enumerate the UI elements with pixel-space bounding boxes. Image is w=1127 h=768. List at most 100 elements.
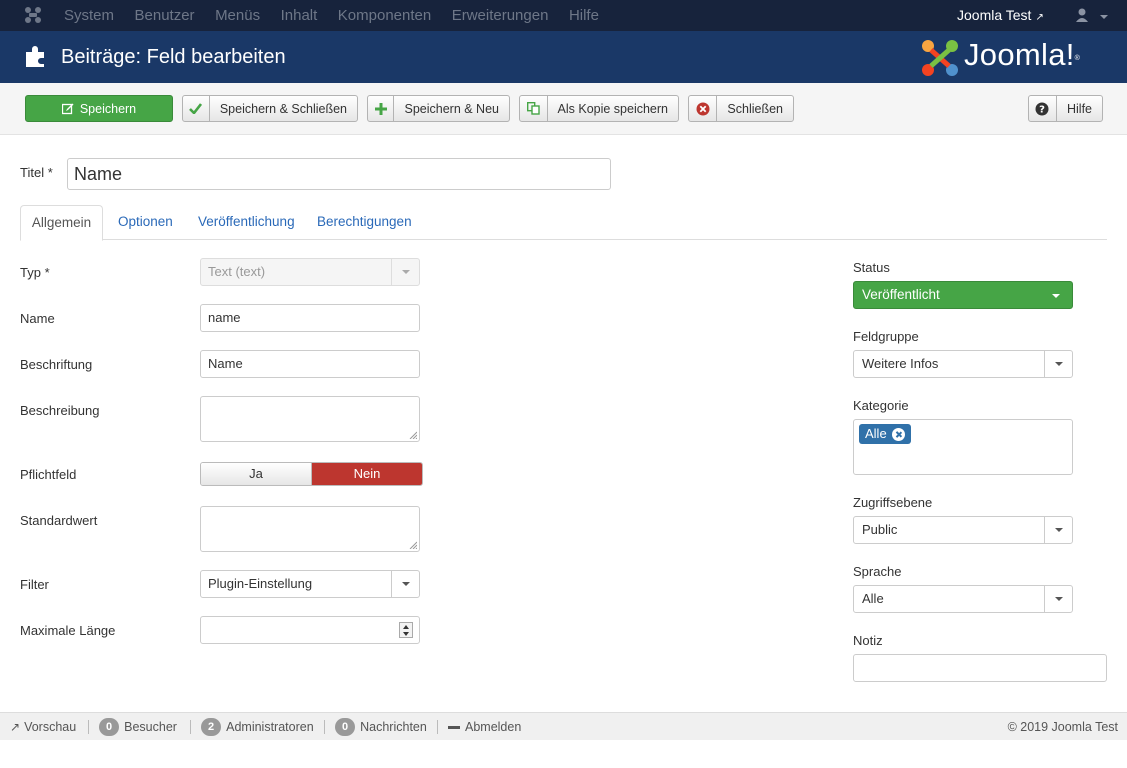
filter-label: Filter <box>20 577 49 592</box>
menu-users[interactable]: Benutzer <box>135 0 195 31</box>
visitors-link[interactable]: 0 Besucher <box>99 713 177 741</box>
save-new-button[interactable]: Speichern & Neu <box>367 95 510 122</box>
language-select[interactable]: Alle <box>853 585 1073 613</box>
check-icon <box>183 96 210 121</box>
maxlength-input[interactable] <box>200 616 420 644</box>
chevron-down-icon <box>391 259 419 285</box>
spin-down-icon <box>403 632 409 636</box>
title-label: Titel * <box>20 165 53 180</box>
type-select: Text (text) <box>200 258 420 286</box>
logout-link[interactable]: Abmelden <box>448 713 521 741</box>
menu-extensions[interactable]: Erweiterungen <box>452 0 549 31</box>
group-value: Weitere Infos <box>862 356 939 371</box>
status-bar: ↗ Vorschau 0 Besucher 2 Administratoren … <box>0 712 1127 740</box>
language-label: Sprache <box>853 564 902 579</box>
status-select[interactable]: Veröffentlicht <box>853 281 1073 309</box>
minus-icon <box>448 725 460 729</box>
close-circle-icon <box>689 96 718 121</box>
visitors-label: Besucher <box>124 720 177 734</box>
preview-label: Vorschau <box>24 720 77 734</box>
tab-publishing[interactable]: Veröffentlichung <box>198 205 295 240</box>
save-copy-button[interactable]: Als Kopie speichern <box>519 95 679 122</box>
divider <box>190 720 191 734</box>
divider <box>324 720 325 734</box>
name-input[interactable]: name <box>200 304 420 332</box>
required-no-button[interactable]: Nein <box>312 463 422 485</box>
default-textarea[interactable] <box>200 506 420 552</box>
external-link-icon: ↗ <box>10 720 21 734</box>
close-button[interactable]: Schließen <box>688 95 794 122</box>
page-title: Beiträge: Feld bearbeiten <box>61 46 286 68</box>
toolbar: Speichern Speichern & Schließen Speicher… <box>0 83 1127 135</box>
type-label: Typ * <box>20 265 50 280</box>
joomla-logo-icon <box>922 40 958 76</box>
menu-help[interactable]: Hilfe <box>569 0 599 31</box>
required-toggle: Ja Nein <box>200 462 423 486</box>
site-link[interactable]: Joomla Test ↗ <box>957 0 1044 33</box>
tab-permissions[interactable]: Berechtigungen <box>317 205 412 240</box>
type-value: Text (text) <box>208 264 266 279</box>
category-chip: Alle <box>859 424 911 444</box>
joomla-small-icon[interactable] <box>24 6 42 24</box>
description-label: Beschreibung <box>20 403 100 418</box>
required-label: Pflichtfeld <box>20 467 77 482</box>
note-label: Notiz <box>853 633 883 648</box>
divider <box>437 720 438 734</box>
resize-grip-icon[interactable] <box>409 541 417 549</box>
name-label: Name <box>20 311 55 326</box>
edit-icon <box>61 96 74 121</box>
note-input[interactable] <box>853 654 1107 682</box>
messages-link[interactable]: 0 Nachrichten <box>335 713 427 741</box>
save-close-button[interactable]: Speichern & Schließen <box>182 95 358 122</box>
visitors-badge: 0 <box>99 718 120 736</box>
help-button[interactable]: ? Hilfe <box>1028 95 1103 122</box>
category-chip-label: Alle <box>865 426 887 441</box>
external-link-icon: ↗ <box>1035 12 1044 23</box>
tab-options[interactable]: Optionen <box>118 205 173 240</box>
resize-grip-icon[interactable] <box>409 431 417 439</box>
menu-content[interactable]: Inhalt <box>281 0 318 31</box>
filter-select[interactable]: Plugin-Einstellung <box>200 570 420 598</box>
group-label: Feldgruppe <box>853 329 919 344</box>
language-value: Alle <box>862 591 884 606</box>
user-menu-icon[interactable] <box>1076 8 1110 24</box>
menu-menus[interactable]: Menüs <box>215 0 260 31</box>
messages-label: Nachrichten <box>360 720 427 734</box>
category-label: Kategorie <box>853 398 909 413</box>
joomla-logo-text: Joomla!® <box>964 37 1081 72</box>
preview-link[interactable]: ↗ Vorschau <box>10 713 76 741</box>
menu-components[interactable]: Komponenten <box>338 0 431 31</box>
number-spinner[interactable] <box>399 622 413 638</box>
copy-icon <box>520 96 548 121</box>
required-yes-button[interactable]: Ja <box>201 463 312 485</box>
puzzle-icon <box>26 46 44 67</box>
category-multiselect[interactable]: Alle <box>853 419 1073 475</box>
group-select[interactable]: Weitere Infos <box>853 350 1073 378</box>
admins-label: Administratoren <box>226 720 314 734</box>
save-button[interactable]: Speichern <box>25 95 173 122</box>
main-menu: System Benutzer Menüs Inhalt Komponenten… <box>64 0 619 31</box>
menu-system[interactable]: System <box>64 0 114 31</box>
admins-link[interactable]: 2 Administratoren <box>201 713 314 741</box>
logout-label: Abmelden <box>465 720 522 734</box>
messages-badge: 0 <box>335 718 356 736</box>
title-input[interactable]: Name <box>67 158 611 190</box>
page-header: Beiträge: Feld bearbeiten Joomla!® <box>0 31 1127 83</box>
site-name: Joomla Test <box>957 7 1032 23</box>
caption-input[interactable]: Name <box>200 350 420 378</box>
description-textarea[interactable] <box>200 396 420 442</box>
spin-up-icon <box>403 625 409 629</box>
filter-value: Plugin-Einstellung <box>208 576 313 591</box>
remove-chip-icon[interactable] <box>891 427 905 441</box>
access-value: Public <box>862 522 898 537</box>
chevron-down-icon <box>391 571 419 597</box>
status-label: Status <box>853 260 890 275</box>
divider <box>88 720 89 734</box>
top-navbar: System Benutzer Menüs Inhalt Komponenten… <box>0 0 1127 31</box>
tab-general[interactable]: Allgemein <box>20 205 103 241</box>
chevron-down-icon <box>1044 351 1072 377</box>
question-icon: ? <box>1029 96 1057 121</box>
access-select[interactable]: Public <box>853 516 1073 544</box>
copyright: © 2019 Joomla Test <box>1007 720 1118 734</box>
plus-icon <box>368 96 395 121</box>
